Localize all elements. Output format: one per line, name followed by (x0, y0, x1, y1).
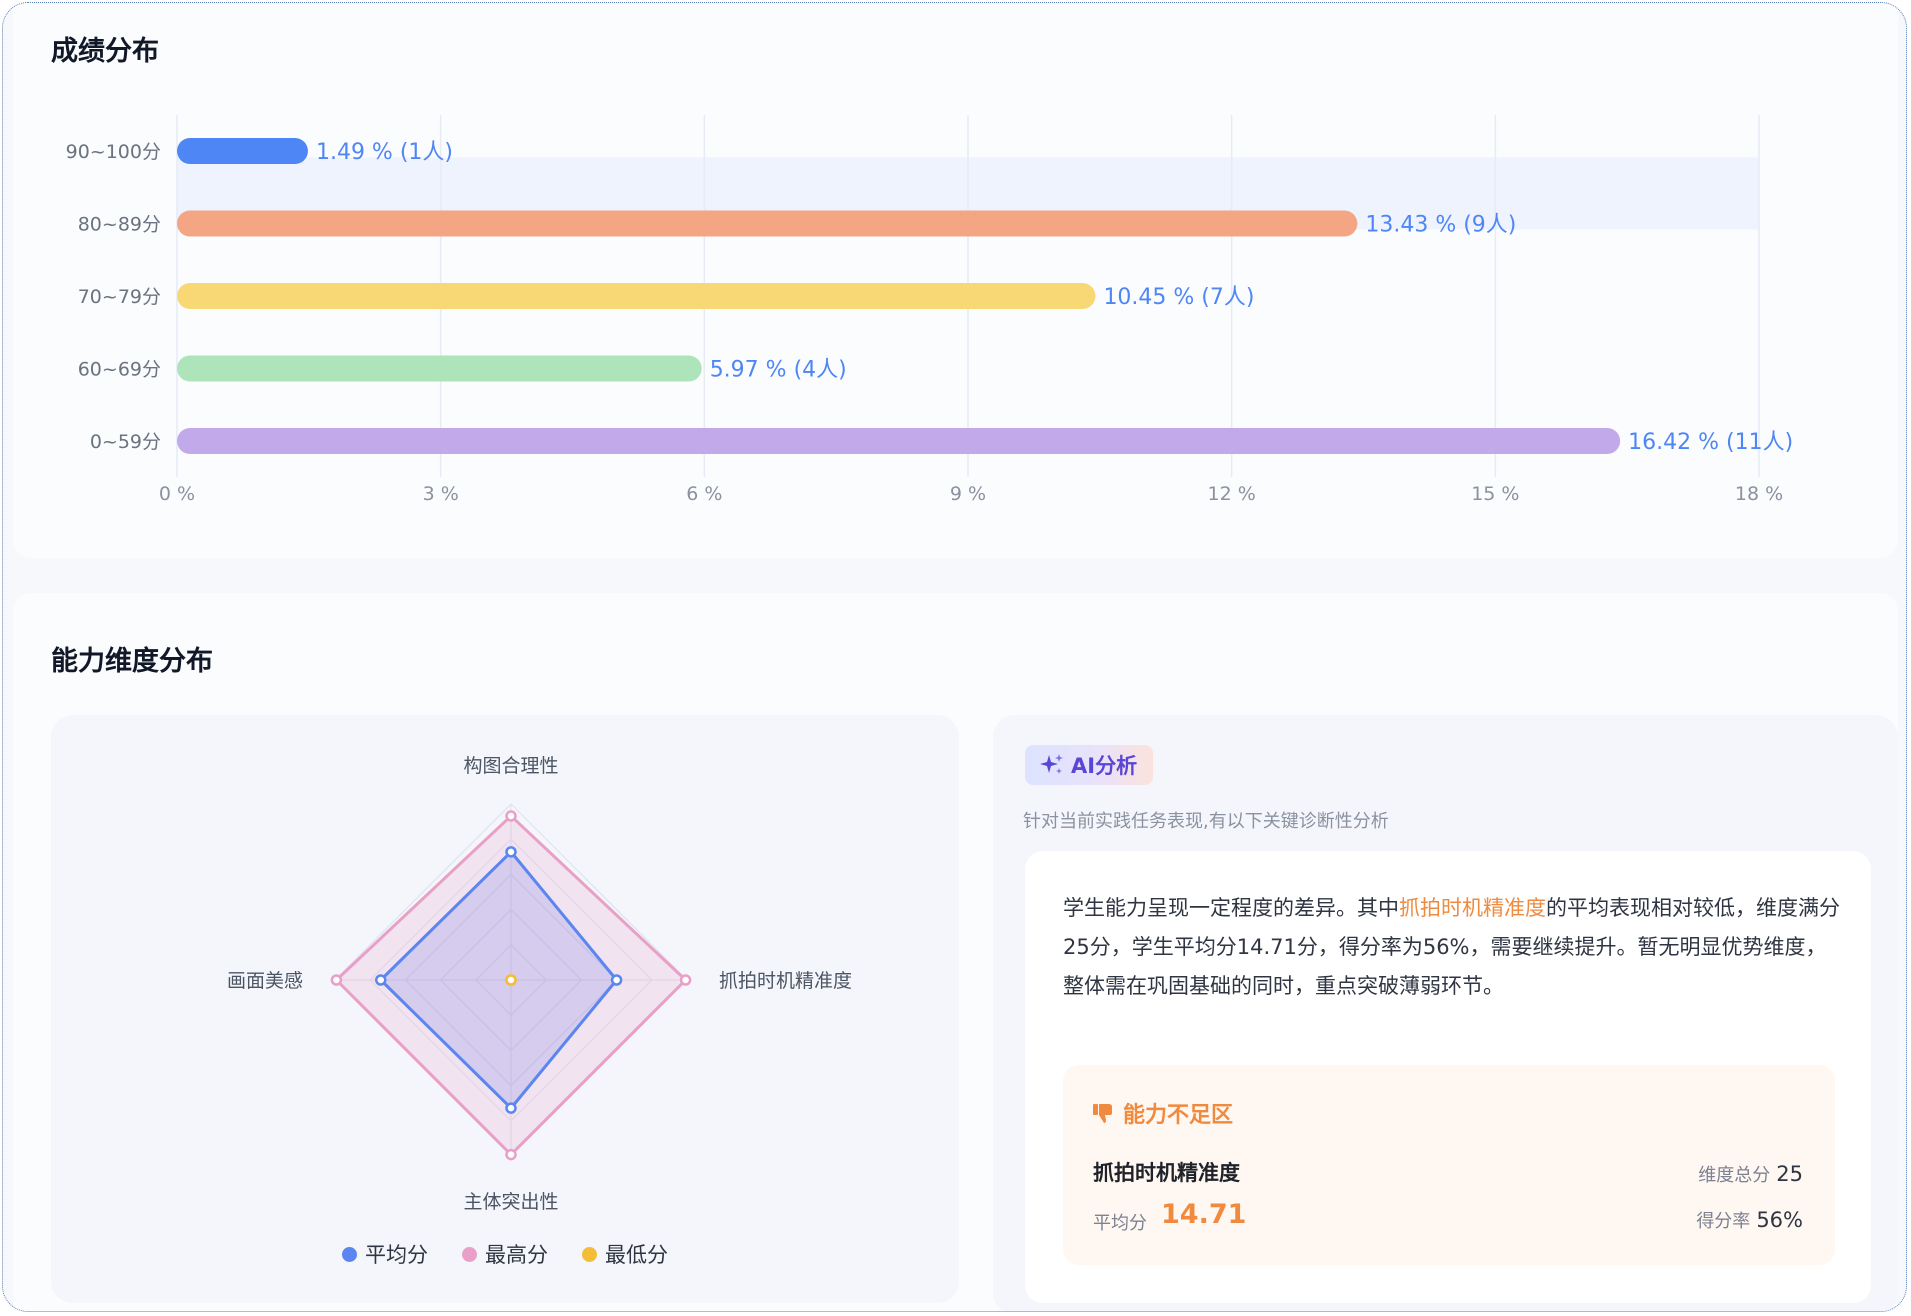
radar-axis-label: 构图合理性 (463, 755, 558, 777)
ai-analysis-badge: AI分析 (1025, 745, 1154, 785)
weak-area-total: 维度总分 25 (1698, 1161, 1803, 1187)
radar-point (610, 974, 623, 986)
ai-text-highlight: 抓拍时机精准度 (1399, 896, 1546, 920)
legend-item-average[interactable]: 平均分 (342, 1239, 428, 1269)
legend-dot-min (582, 1246, 597, 1262)
radar-point (330, 974, 343, 986)
weak-area-total-label: 维度总分 (1698, 1165, 1771, 1186)
radar-point (505, 846, 517, 858)
weak-area-rate-label: 得分率 (1696, 1211, 1751, 1232)
bar-data-label: 16.42 % (11人) (1628, 430, 1793, 455)
radar-point (679, 974, 692, 986)
radar-point (375, 974, 387, 986)
weak-area-rate-value: 56% (1756, 1208, 1803, 1232)
legend-label-max: 最高分 (485, 1243, 548, 1267)
x-tick-label: 18 % (1735, 483, 1783, 505)
legend-item-min[interactable]: 最低分 (582, 1239, 668, 1269)
bar-data-label: 13.43 % (9人) (1365, 213, 1516, 238)
legend-label-average: 平均分 (365, 1243, 428, 1267)
weak-area-title: 能力不足区 (1091, 1097, 1233, 1129)
ability-radar-chart: 构图合理性抓拍时机精准度主体突出性 画面美感 (227, 755, 852, 1213)
ai-analysis-content: 学生能力呈现一定程度的差异。其中抓拍时机精准度的平均表现相对较低，维度满分25分… (1025, 851, 1871, 1303)
weak-area-total-value: 25 (1776, 1162, 1803, 1186)
x-tick-label: 15 % (1471, 483, 1519, 505)
radar-axis-label: 画面美感 (227, 970, 303, 992)
legend-dot-average (342, 1246, 357, 1262)
bar-data-label: 10.45 % (7人) (1103, 285, 1254, 310)
weak-area-box: 能力不足区 抓拍时机精准度 平均分 14.71 维度总分 25 得分率 56% (1063, 1065, 1835, 1265)
weak-area-avg-value: 14.71 (1161, 1199, 1247, 1230)
radar-axis-label: 抓拍时机精准度 (719, 970, 852, 992)
radar-point (505, 1102, 517, 1114)
radar-point (505, 810, 517, 822)
legend-dot-max (462, 1246, 477, 1262)
page-frame: 成绩分布 能力维度分布 0 % 3 % 6 % 9 % 12 % 15 % 18 % 90~1… (2, 2, 1907, 1312)
ai-text-before: 学生能力呈现一定程度的差异。其中 (1063, 896, 1399, 920)
sparkle-icon (1040, 754, 1063, 774)
weak-area-rate: 得分率 56% (1696, 1207, 1803, 1233)
legend-label-min: 最低分 (605, 1243, 668, 1267)
radar-axis-label: 主体突出性 (463, 1191, 558, 1213)
ai-analysis-panel: AI分析 针对当前实践任务表现,有以下关键诊断性分析 学生能力呈现一定程度的差异… (993, 715, 1898, 1311)
radar-point (505, 1148, 517, 1161)
ai-analysis-text: 学生能力呈现一定程度的差异。其中抓拍时机精准度的平均表现相对较低，维度满分25分… (1063, 889, 1843, 1006)
ai-analysis-subtitle: 针对当前实践任务表现,有以下关键诊断性分析 (1023, 811, 1389, 832)
ai-analysis-badge-label: AI分析 (1071, 754, 1138, 778)
legend-item-max[interactable]: 最高分 (462, 1239, 548, 1269)
x-tick-label: 12 % (1208, 483, 1256, 505)
weak-area-title-label: 能力不足区 (1123, 1103, 1234, 1128)
radar-legend: 平均分 最高分 最低分 (3, 1239, 1007, 1269)
weak-area-dimension: 抓拍时机精准度 (1093, 1161, 1240, 1185)
thumbs-down-icon (1093, 1104, 1112, 1123)
radar-point (505, 974, 517, 986)
weak-area-avg-label: 平均分 (1093, 1213, 1147, 1234)
